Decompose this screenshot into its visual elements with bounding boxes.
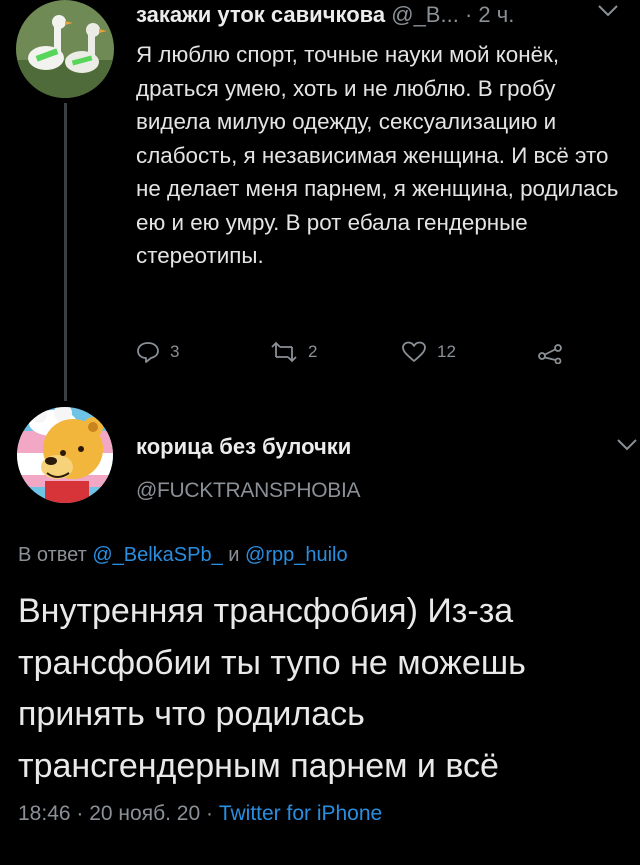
share-button[interactable] [537,340,573,364]
reply-and: и [228,544,240,566]
mention-link[interactable]: @_BelkaSPb_ [92,544,222,566]
tweet-text: Внутренняя трансфобия) Из-за трансфобии … [18,592,526,785]
tweet-meta: 18:46 · 20 нояб. 20 · Twitter for iPhone [18,802,383,825]
like-count: 12 [437,342,456,361]
pooh-avatar-image [17,407,113,503]
author-avatar[interactable] [16,0,114,98]
tweet-source[interactable]: Twitter for iPhone [219,802,382,825]
tweet-date[interactable]: 20 нояб. 20 [89,802,200,825]
author-avatar[interactable] [17,407,113,503]
reply-count: 3 [170,342,180,361]
mention-link[interactable]: @rpp_huilo [245,544,348,566]
tweet-time[interactable]: 2 ч. [478,2,514,27]
tweet-header: закажи уток савичкова @_B... · 2 ч. [136,2,515,27]
reply-context: В ответ @_BelkaSPb_ и @rpp_huilo [18,544,348,567]
thread-line [64,103,67,401]
like-button[interactable]: 12 [401,340,456,364]
reply-button[interactable]: 3 [136,340,179,364]
author-handle[interactable]: @FUCKTRANSPHOBIA [136,479,361,503]
tweet-text: Я люблю спорт, точные науки мой конёк, д… [136,42,619,268]
tweet-time[interactable]: 18:46 [18,802,71,825]
retweet-button[interactable]: 2 [270,340,317,364]
reply-icon [137,342,159,363]
author-name[interactable]: закажи уток савичкова [136,2,385,27]
retweet-icon [271,341,297,363]
share-icon [538,344,562,364]
chevron-down-icon[interactable] [597,4,619,23]
author-name[interactable]: корица без булочки [136,434,351,460]
heart-icon [402,341,426,362]
author-handle[interactable]: @_B... [391,2,459,27]
geese-avatar-image [16,0,114,98]
retweet-count: 2 [308,342,318,361]
chevron-down-icon[interactable] [616,438,638,457]
tweet-actions: 3 2 12 [136,340,576,370]
reply-prefix: В ответ [18,544,87,566]
